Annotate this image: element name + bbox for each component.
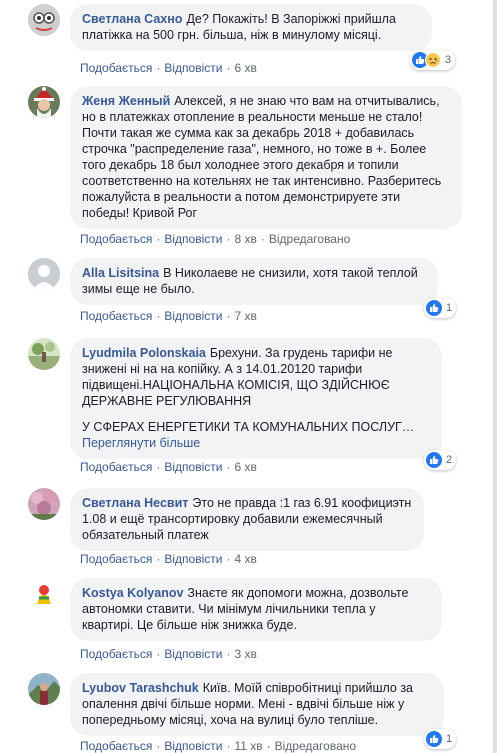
comment-actions: Подобається · Відповісти · 3 хв bbox=[80, 647, 257, 661]
comment-text: Алексей, я не знаю что вам на отчитывали… bbox=[82, 94, 442, 220]
avatar[interactable] bbox=[28, 86, 60, 118]
reaction-count: 1 bbox=[446, 733, 453, 745]
comment-bubble: Alla Lisitsina В Николаеве не снизили, хо… bbox=[70, 258, 438, 305]
reply-button[interactable]: Відповісти bbox=[164, 61, 222, 75]
comment-author[interactable]: Kostya Kolyanov bbox=[82, 586, 183, 600]
comment-bubble: Kostya Kolyanov Знаєте як допомоги можна,… bbox=[70, 578, 442, 641]
reactions-badge[interactable]: 2 bbox=[424, 450, 457, 470]
comment-author[interactable]: Светлана Несвит bbox=[82, 496, 188, 510]
comment-author[interactable]: Alla Lisitsina bbox=[82, 266, 159, 280]
comment-author[interactable]: Lyudmila Polonskaia bbox=[82, 346, 206, 360]
comment: Alla Lisitsina В Николаеве не снизили, хо… bbox=[28, 258, 468, 328]
reply-button[interactable]: Відповісти bbox=[164, 232, 222, 246]
reactions-badge[interactable]: 1 bbox=[424, 729, 457, 749]
comment: Lyubov Tarashchuk Київ. Моїй співробітниц… bbox=[28, 673, 468, 753]
comment-actions: Подобається · Відповісти · 7 хв bbox=[80, 309, 257, 323]
like-button[interactable]: Подобається bbox=[80, 552, 152, 566]
comment: Kostya Kolyanov Знаєте як допомоги можна,… bbox=[28, 578, 468, 663]
like-button[interactable]: Подобається bbox=[80, 309, 152, 323]
comment-bubble: Светлана Сахно Де? Покажіть! В Запоріжжі … bbox=[70, 4, 432, 51]
like-button[interactable]: Подобається bbox=[80, 460, 152, 474]
avatar[interactable] bbox=[28, 258, 60, 290]
comment: Светлана Сахно Де? Покажіть! В Запоріжжі … bbox=[28, 4, 468, 84]
like-button[interactable]: Подобається bbox=[80, 739, 152, 753]
comment: Lyudmila Polonskaia Брехуни. За грудень т… bbox=[28, 338, 468, 478]
reply-button[interactable]: Відповісти bbox=[164, 647, 222, 661]
avatar[interactable] bbox=[28, 4, 60, 36]
reactions-badge[interactable]: 3 bbox=[410, 50, 456, 70]
comment-author[interactable]: Женя Женный bbox=[82, 94, 170, 108]
like-button[interactable]: Подобається bbox=[80, 647, 152, 661]
reaction-count: 1 bbox=[446, 302, 453, 314]
comment-time[interactable]: 11 хв bbox=[234, 739, 262, 753]
comment-bubble: Женя Женный Алексей, я не знаю что вам на… bbox=[70, 86, 462, 229]
reply-button[interactable]: Відповісти bbox=[164, 552, 222, 566]
comment: Женя Женный Алексей, я не знаю что вам на… bbox=[28, 86, 468, 251]
see-more-link[interactable]: Переглянути більше bbox=[82, 435, 430, 451]
comment: Светлана Несвит Это не правда :1 газ 6.91… bbox=[28, 488, 468, 568]
edited-label[interactable]: Відредаговано bbox=[275, 739, 356, 753]
sad-icon bbox=[425, 52, 441, 68]
comment-time[interactable]: 7 хв bbox=[234, 309, 256, 323]
comment-time[interactable]: 6 хв bbox=[234, 460, 256, 474]
like-icon bbox=[426, 731, 442, 747]
avatar[interactable] bbox=[28, 338, 60, 370]
comment-actions: Подобається · Відповісти · 6 хв bbox=[80, 61, 257, 75]
like-icon bbox=[426, 300, 442, 316]
comment-time[interactable]: 3 хв bbox=[234, 647, 256, 661]
like-button[interactable]: Подобається bbox=[80, 232, 152, 246]
like-icon bbox=[426, 452, 442, 468]
comment-bubble: Lyudmila Polonskaia Брехуни. За грудень т… bbox=[70, 338, 442, 459]
comment-time[interactable]: 4 хв bbox=[234, 552, 256, 566]
comment-actions: Подобається · Відповісти · 4 хв bbox=[80, 552, 257, 566]
avatar[interactable] bbox=[28, 578, 60, 610]
comment-bubble: Светлана Несвит Это не правда :1 газ 6.91… bbox=[70, 488, 424, 551]
reply-button[interactable]: Відповісти bbox=[164, 460, 222, 474]
avatar[interactable] bbox=[28, 488, 60, 520]
comment-time[interactable]: 8 хв bbox=[234, 232, 256, 246]
reactions-badge[interactable]: 1 bbox=[424, 298, 457, 318]
comment-author[interactable]: Светлана Сахно bbox=[82, 12, 182, 26]
edited-label[interactable]: Відредаговано bbox=[269, 232, 350, 246]
comment-text-continued: У СФЕРАХ ЕНЕРГЕТИКИ ТА КОМУНАЛЬНИХ ПОСЛУ… bbox=[82, 420, 415, 434]
comment-actions: Подобається · Відповісти · 8 хв · Відредагован… bbox=[80, 232, 351, 246]
avatar[interactable] bbox=[28, 673, 60, 705]
reaction-count: 3 bbox=[445, 54, 452, 66]
reply-button[interactable]: Відповісти bbox=[164, 739, 222, 753]
right-border bbox=[493, 0, 497, 753]
reaction-count: 2 bbox=[446, 454, 453, 466]
comment-time[interactable]: 6 хв bbox=[234, 61, 256, 75]
like-button[interactable]: Подобається bbox=[80, 61, 152, 75]
comment-actions: Подобається · Відповісти · 6 хв bbox=[80, 460, 257, 474]
comment-actions: Подобається · Відповісти · 11 хв · Відредагова… bbox=[80, 739, 357, 753]
reply-button[interactable]: Відповісти bbox=[164, 309, 222, 323]
comment-bubble: Lyubov Tarashchuk Київ. Моїй співробітниц… bbox=[70, 673, 444, 736]
comment-author[interactable]: Lyubov Tarashchuk bbox=[82, 681, 199, 695]
